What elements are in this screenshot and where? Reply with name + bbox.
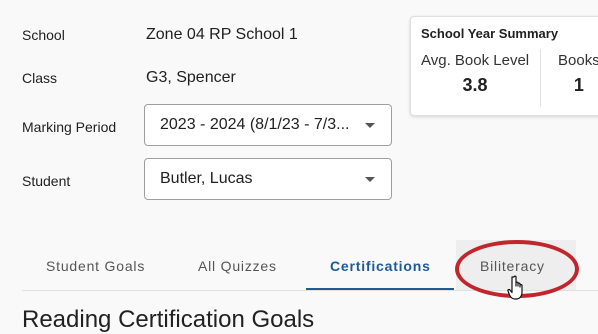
class-value: G3, Spencer [146, 69, 236, 86]
caret-down-icon [365, 177, 375, 182]
avg-book-level-stat: Avg. Book Level 3.8 [421, 52, 529, 96]
tab-all-quizzes[interactable]: All Quizzes [180, 240, 300, 290]
school-value: Zone 04 RP School 1 [146, 26, 298, 43]
hand-pointer-cursor-icon [507, 275, 523, 300]
tab-student-goals[interactable]: Student Goals [30, 240, 166, 290]
class-label: Class [22, 70, 58, 86]
avg-book-level-value: 3.8 [462, 75, 488, 95]
school-label: School [22, 27, 65, 43]
student-label: Student [22, 173, 71, 189]
marking-period-label: Marking Period [22, 119, 117, 135]
tab-label: Certifications [330, 258, 431, 274]
books-stat: Books 1 [558, 52, 598, 96]
tab-label: Student Goals [46, 258, 146, 274]
school-year-summary-card: School Year Summary Avg. Book Level 3.8 … [410, 16, 598, 116]
books-value: 1 [573, 75, 584, 95]
tab-certifications[interactable]: Certifications [306, 240, 454, 290]
stat-divider [540, 49, 541, 107]
caret-down-icon [365, 123, 375, 128]
section-heading: Reading Certification Goals [22, 306, 315, 333]
student-select[interactable]: Butler, Lucas [144, 158, 392, 200]
summary-title: School Year Summary [421, 26, 559, 41]
marking-period-selected-value: 2023 - 2024 (8/1/23 - 7/3... [160, 116, 350, 133]
marking-period-select[interactable]: 2023 - 2024 (8/1/23 - 7/3... [144, 104, 392, 146]
books-label: Books [558, 52, 598, 69]
student-selected-value: Butler, Lucas [160, 170, 253, 187]
tab-label: All Quizzes [198, 258, 277, 274]
avg-book-level-label: Avg. Book Level [421, 52, 530, 69]
